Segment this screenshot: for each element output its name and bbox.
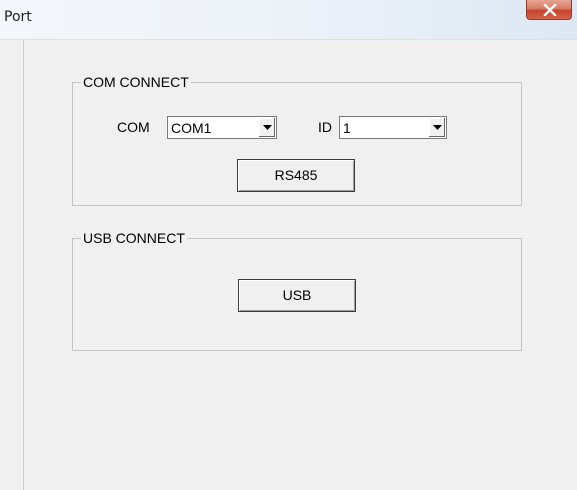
- usb-button[interactable]: USB: [238, 279, 356, 312]
- chevron-down-icon: [263, 125, 272, 130]
- close-button[interactable]: [526, 0, 572, 20]
- port-dialog: Port COM CONNECT COM COM1 ID 1 RS485 USB…: [0, 0, 577, 490]
- com-port-value: COM1: [171, 120, 212, 136]
- com-connect-caption: COM CONNECT: [81, 74, 191, 90]
- window-title: Port: [4, 9, 32, 25]
- chevron-down-icon: [433, 125, 442, 130]
- com-port-select[interactable]: COM1: [167, 116, 277, 139]
- dialog-client-area: COM CONNECT COM COM1 ID 1 RS485 USB CONN…: [23, 40, 577, 490]
- device-id-select[interactable]: 1: [339, 116, 447, 139]
- com-port-dropdown-button[interactable]: [258, 118, 275, 137]
- id-label: ID: [318, 119, 332, 135]
- device-id-dropdown-button[interactable]: [428, 118, 445, 137]
- title-bar[interactable]: Port: [0, 0, 577, 40]
- com-connect-group: COM CONNECT COM COM1 ID 1 RS485: [72, 74, 522, 206]
- com-label: COM: [117, 119, 150, 135]
- usb-connect-group: USB CONNECT USB: [72, 230, 522, 351]
- rs485-button[interactable]: RS485: [237, 159, 355, 192]
- close-icon: [543, 4, 557, 16]
- device-id-value: 1: [343, 120, 351, 136]
- usb-connect-caption: USB CONNECT: [81, 230, 187, 246]
